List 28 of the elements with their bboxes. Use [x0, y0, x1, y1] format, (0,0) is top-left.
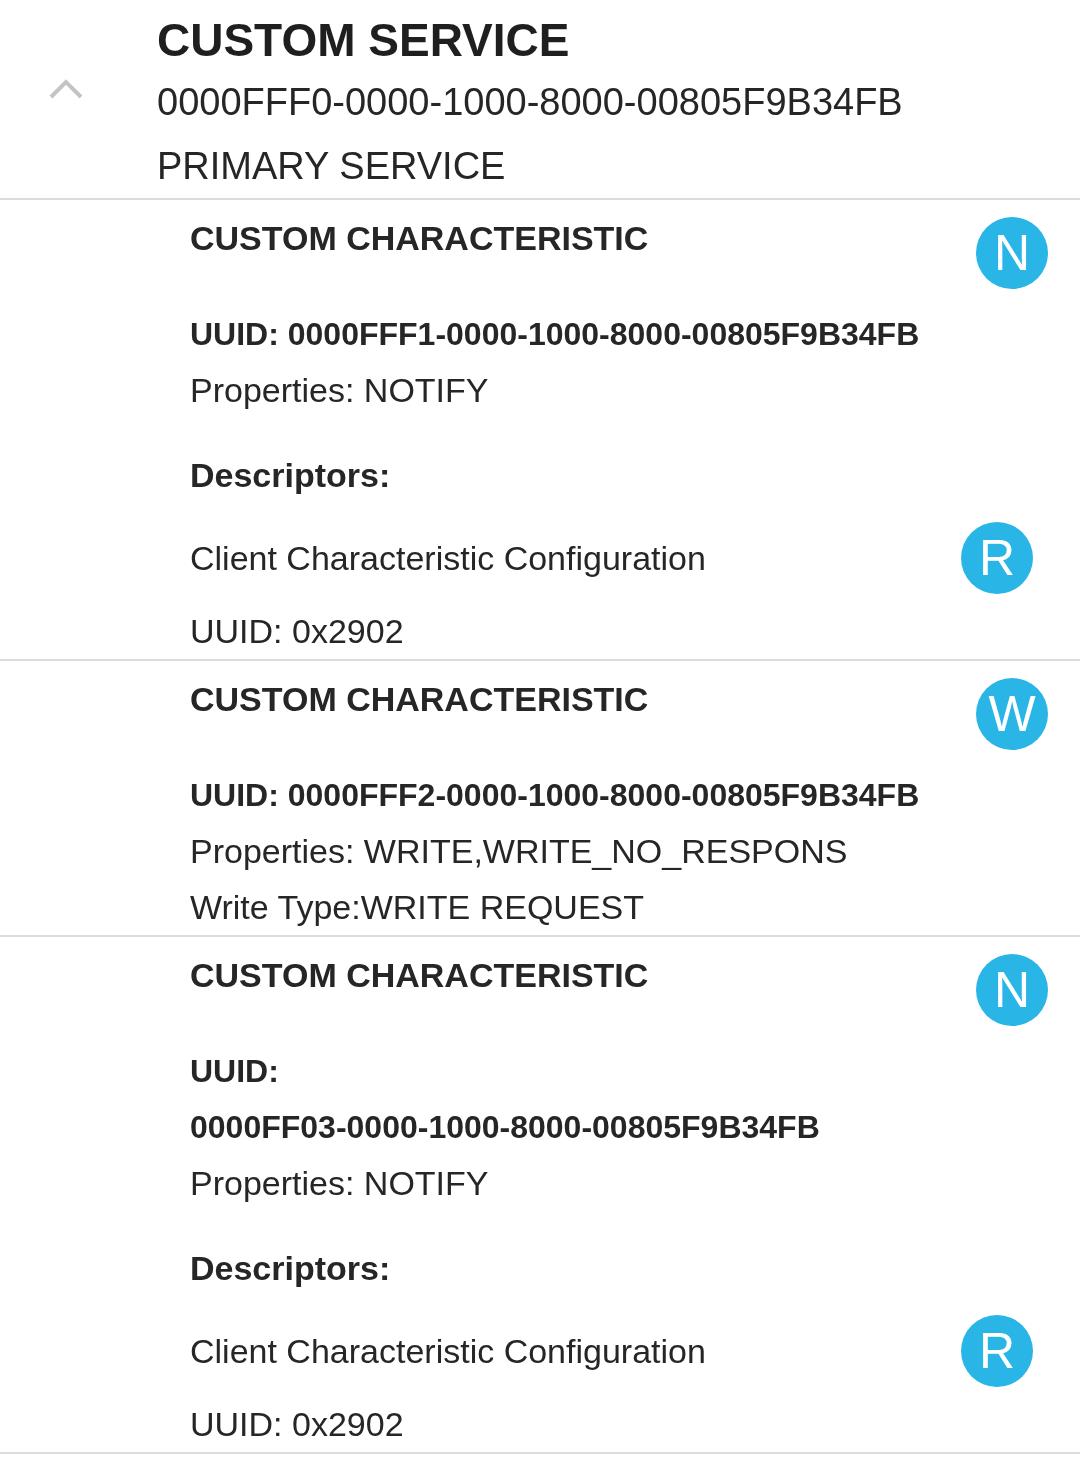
service-type: PRIMARY SERVICE: [157, 144, 507, 189]
characteristic-item[interactable]: CUSTOM CHARACTERISTIC W UUID: 0000FFF2-0000-1000-8000-00805F9B34FB Properties: WRITE,WRITE_NO_RESPONS Write Type:WRITE REQUEST: [0, 661, 1080, 937]
characteristic-item[interactable]: CUSTOM CHARACTERISTIC N UUID: 0000FFF1-0000-1000-8000-00805F9B34FB Properties: NOTIFY Descriptors: Client Characteristic Configuration R UUID: 0x2902: [0, 200, 1080, 661]
descriptors-heading: Descriptors:: [190, 455, 392, 496]
characteristic-title: CUSTOM CHARACTERISTIC: [190, 955, 649, 996]
property-text: Properties: WRITE,WRITE_NO_RESPONS: [190, 831, 849, 872]
chevron-up-icon[interactable]: [48, 78, 84, 100]
descriptors-heading: Descriptors:: [190, 1248, 392, 1289]
read-button[interactable]: R: [961, 522, 1033, 594]
property-button[interactable]: W: [976, 678, 1048, 750]
service-title: CUSTOM SERVICE: [157, 13, 571, 68]
property-text: Properties: NOTIFY: [190, 370, 490, 411]
characteristic-uuid: UUID: 0000FF03-0000-1000-8000-00805F9B34FB: [190, 1052, 821, 1147]
property-text: Write Type:WRITE REQUEST: [190, 887, 646, 928]
descriptor-name: Client Characteristic Configuration: [190, 1331, 706, 1372]
characteristic-title: CUSTOM CHARACTERISTIC: [190, 679, 649, 720]
characteristic-uuid: UUID: 0000FFF1-0000-1000-8000-00805F9B34FB: [190, 315, 921, 354]
descriptor-name: Client Characteristic Configuration: [190, 538, 706, 579]
property-button[interactable]: N: [976, 217, 1048, 289]
read-button[interactable]: R: [961, 1315, 1033, 1387]
service-uuid: 0000FFF0-0000-1000-8000-00805F9B34FB: [157, 80, 904, 125]
descriptor-uuid: UUID: 0x2902: [190, 611, 405, 652]
property-button[interactable]: N: [976, 954, 1048, 1026]
property-text: Properties: NOTIFY: [190, 1163, 490, 1204]
descriptor-uuid: UUID: 0x2902: [190, 1404, 405, 1445]
characteristic-uuid: UUID: 0000FFF2-0000-1000-8000-00805F9B34FB: [190, 776, 921, 815]
characteristic-title: CUSTOM CHARACTERISTIC: [190, 218, 649, 259]
characteristic-item[interactable]: CUSTOM CHARACTERISTIC N UUID: 0000FF03-0000-1000-8000-00805F9B34FB Properties: NOTIFY Descriptors: Client Characteristic Configuration R UUID: 0x2902: [0, 937, 1080, 1454]
